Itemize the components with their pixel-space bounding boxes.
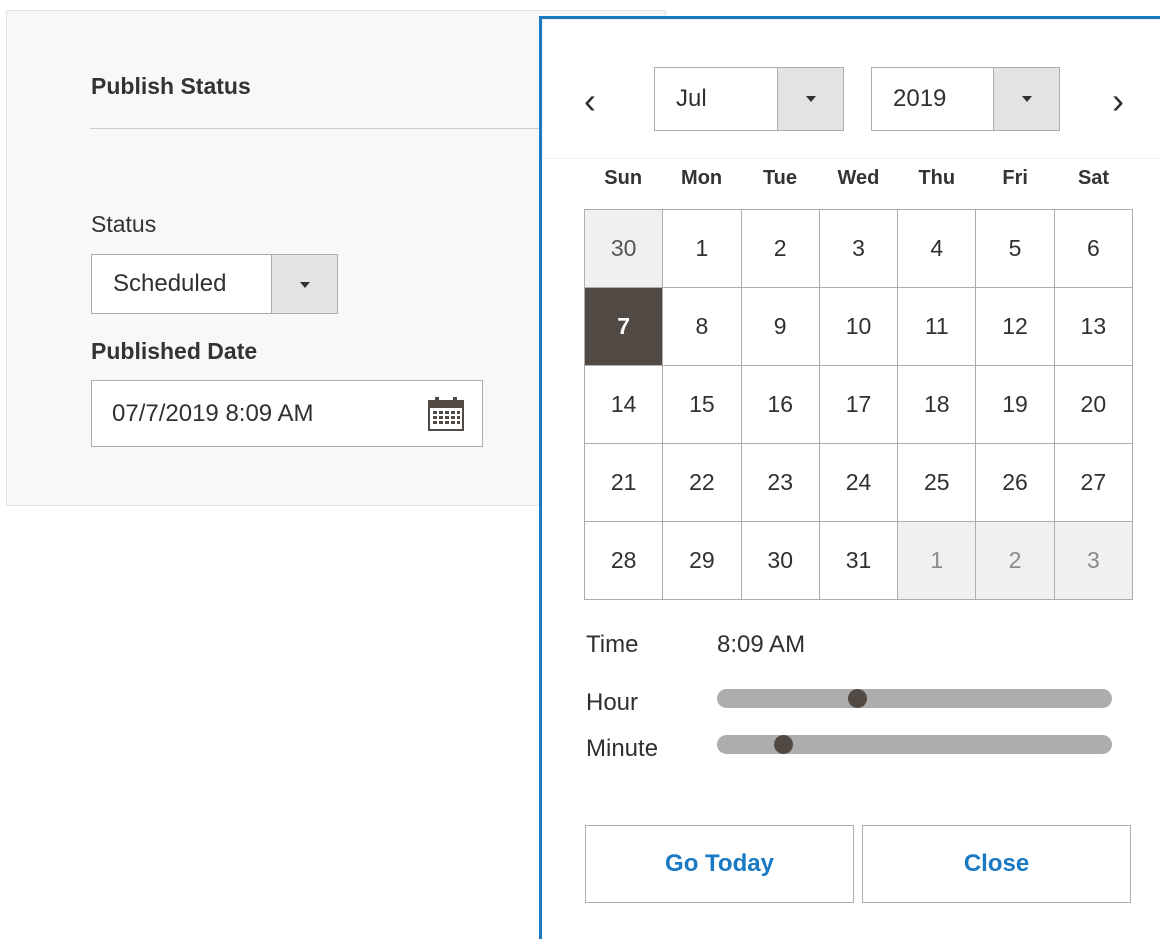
calendar-day[interactable]: 3 <box>1054 522 1133 600</box>
minute-label: Minute <box>586 735 659 762</box>
calendar-day[interactable]: 13 <box>1054 288 1133 366</box>
calendar-day[interactable]: 27 <box>1054 444 1133 522</box>
calendar-day[interactable]: 8 <box>663 288 742 366</box>
calendar-day[interactable]: 5 <box>976 210 1055 288</box>
calendar-icon[interactable] <box>428 397 464 431</box>
calendar-day[interactable]: 25 <box>898 444 977 522</box>
calendar-day[interactable]: 2 <box>741 210 820 288</box>
calendar-day[interactable]: 22 <box>663 444 742 522</box>
calendar-day[interactable]: 10 <box>819 288 899 366</box>
published-date-label: Published Date <box>91 338 258 364</box>
calendar-day[interactable]: 6 <box>1054 210 1133 288</box>
status-label: Status <box>91 211 157 237</box>
status-select-value: Scheduled <box>113 270 227 297</box>
calendar-day[interactable]: 4 <box>898 210 977 288</box>
chevron-down-icon <box>1022 96 1032 102</box>
weekday-label: Thu <box>918 167 956 189</box>
minute-slider-handle[interactable] <box>773 735 793 754</box>
next-month-button[interactable]: › <box>1112 83 1124 119</box>
calendar-day[interactable]: 29 <box>663 522 742 600</box>
calendar-day[interactable]: 21 <box>585 444 664 522</box>
month-select[interactable]: Jul <box>654 67 844 131</box>
chevron-down-icon <box>300 282 310 288</box>
month-dropdown-toggle[interactable] <box>777 68 843 130</box>
panel-title: Publish Status <box>91 73 251 99</box>
published-date-value: 07/7/2019 8:09 AM <box>112 400 314 427</box>
weekday-label: Fri <box>1002 167 1028 189</box>
divider <box>90 128 560 129</box>
calendar-day[interactable]: 28 <box>585 522 664 600</box>
calendar-day[interactable]: 30 <box>585 210 664 288</box>
time-value: 8:09 AM <box>717 631 806 658</box>
weekday-label: Sun <box>604 167 643 189</box>
year-select[interactable]: 2019 <box>871 67 1060 131</box>
weekday-label: Mon <box>681 167 723 189</box>
calendar-day[interactable]: 16 <box>741 366 820 444</box>
calendar-day[interactable]: 12 <box>976 288 1055 366</box>
weekday-label: Wed <box>837 167 880 189</box>
weekday-label: Sat <box>1077 167 1110 189</box>
status-dropdown-toggle[interactable] <box>271 255 337 313</box>
weekday-header: Sun Mon Tue Wed Thu Fri Sat <box>584 167 1133 197</box>
calendar-day[interactable]: 14 <box>585 366 664 444</box>
hour-slider-handle[interactable] <box>847 689 867 708</box>
year-select-value: 2019 <box>893 85 947 112</box>
calendar-day[interactable]: 3 <box>819 210 899 288</box>
calendar-day[interactable]: 24 <box>819 444 899 522</box>
month-select-value: Jul <box>676 85 707 112</box>
calendar-day[interactable]: 19 <box>976 366 1055 444</box>
minute-slider[interactable] <box>717 735 1112 754</box>
go-today-button[interactable]: Go Today <box>585 825 854 903</box>
weekday-label: Tue <box>762 167 798 189</box>
calendar-grid: 30 1 2 3 4 5 6 7 8 9 10 11 12 13 14 15 16 17 18 19 20 21 22 23 2… <box>584 209 1133 600</box>
calendar-day[interactable]: 15 <box>663 366 742 444</box>
published-date-input[interactable]: 07/7/2019 8:09 AM <box>91 380 483 447</box>
year-dropdown-toggle[interactable] <box>993 68 1059 130</box>
datepicker-popup: ‹ Jul 2019 › Sun Mon Tue Wed Thu Fri Sat… <box>539 16 1160 939</box>
close-button[interactable]: Close <box>862 825 1131 903</box>
calendar-day[interactable]: 17 <box>819 366 899 444</box>
calendar-day[interactable]: 2 <box>976 522 1055 600</box>
calendar-day[interactable]: 26 <box>976 444 1055 522</box>
calendar-day-selected[interactable]: 7 <box>585 288 664 366</box>
calendar-day[interactable]: 30 <box>741 522 820 600</box>
calendar-day[interactable]: 9 <box>741 288 820 366</box>
calendar-day[interactable]: 20 <box>1054 366 1133 444</box>
prev-month-button[interactable]: ‹ <box>584 83 596 119</box>
status-select[interactable]: Scheduled <box>91 254 338 314</box>
calendar-day[interactable]: 23 <box>741 444 820 522</box>
hour-slider[interactable] <box>717 689 1112 708</box>
calendar-day[interactable]: 1 <box>898 522 977 600</box>
hour-label: Hour <box>586 689 639 716</box>
chevron-down-icon <box>806 96 816 102</box>
calendar-day[interactable]: 31 <box>819 522 899 600</box>
background-ghost <box>542 19 1160 159</box>
calendar-day[interactable]: 1 <box>663 210 742 288</box>
calendar-day[interactable]: 18 <box>898 366 977 444</box>
time-label: Time <box>586 631 639 658</box>
calendar-day[interactable]: 11 <box>898 288 977 366</box>
